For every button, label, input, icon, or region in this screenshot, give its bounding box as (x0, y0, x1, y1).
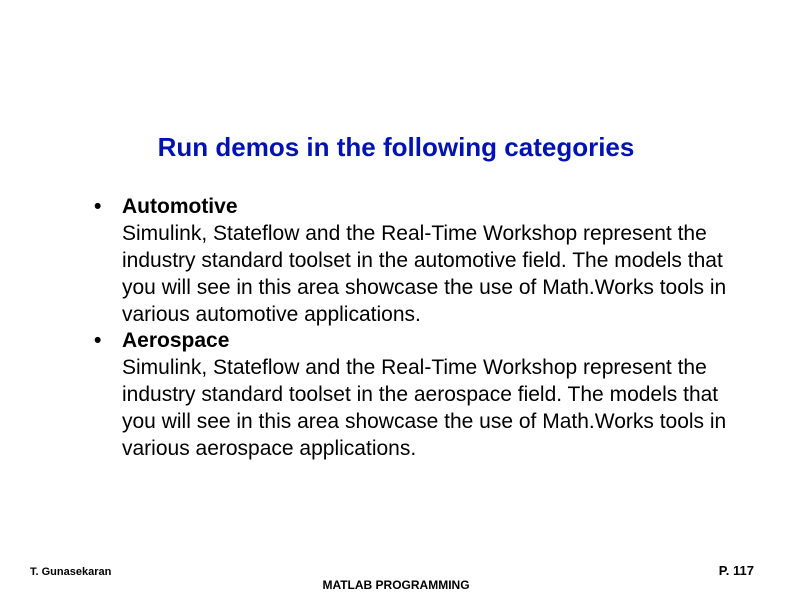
bullet-label: Aerospace (122, 329, 229, 352)
bullet-item: • Aerospace Simulink, Stateflow and the … (94, 328, 732, 462)
bullet-description: Simulink, Stateflow and the Real-Time Wo… (122, 356, 726, 460)
footer-center: MATLAB PROGRAMMING (0, 578, 792, 592)
page-number: P. 117 (719, 563, 754, 578)
bullet-label: Automotive (122, 195, 238, 218)
bullet-content: Aerospace Simulink, Stateflow and the Re… (122, 328, 732, 462)
bullet-description: Simulink, Stateflow and the Real-Time Wo… (122, 222, 726, 326)
bullet-marker: • (94, 328, 122, 462)
footer-author: T. Gunasekaran (30, 566, 111, 578)
slide-title: Run demos in the following categories (0, 132, 792, 163)
slide: Run demos in the following categories • … (0, 0, 792, 612)
bullet-marker: • (94, 194, 122, 328)
bullet-item: • Automotive Simulink, Stateflow and the… (94, 194, 732, 328)
bullet-content: Automotive Simulink, Stateflow and the R… (122, 194, 732, 328)
slide-body: • Automotive Simulink, Stateflow and the… (94, 194, 732, 463)
